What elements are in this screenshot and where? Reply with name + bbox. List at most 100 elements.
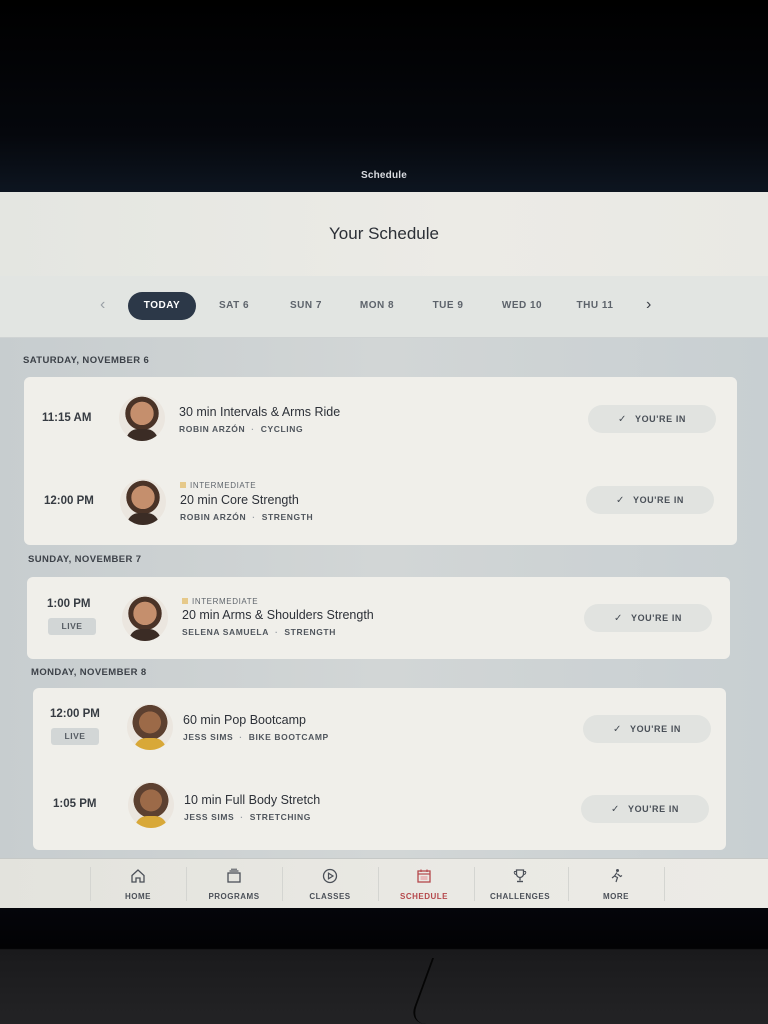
schedule-card: 12:00 PM LIVE 60 min Pop Bootcamp JESS S… bbox=[33, 688, 726, 850]
youre-in-button[interactable]: ✓ YOU'RE IN bbox=[584, 604, 712, 632]
bottom-tab-bar: HOME PROGRAMS CLASSES SCHEDULE CHALLENGE… bbox=[0, 858, 768, 908]
instructor-avatar bbox=[128, 782, 174, 828]
tab-label: CLASSES bbox=[309, 892, 351, 901]
class-row[interactable]: 1:05 PM 10 min Full Body Stretch JESS SI… bbox=[33, 768, 726, 850]
tab-classes[interactable]: CLASSES bbox=[282, 859, 378, 908]
play-circle-icon bbox=[322, 868, 338, 884]
check-icon: ✓ bbox=[615, 495, 625, 506]
class-time: 1:05 PM bbox=[53, 798, 97, 810]
live-badge: LIVE bbox=[48, 618, 96, 635]
class-title: 10 min Full Body Stretch bbox=[184, 793, 321, 807]
day-tab-mon-8[interactable]: MON 8 bbox=[354, 292, 400, 320]
tab-challenges[interactable]: CHALLENGES bbox=[472, 859, 568, 908]
class-meta: JESS SIMS · BIKE BOOTCAMP bbox=[183, 732, 329, 742]
youre-in-button[interactable]: ✓ YOU'RE IN bbox=[581, 795, 709, 823]
class-category: CYCLING bbox=[260, 424, 304, 434]
class-time: 12:00 PM bbox=[44, 495, 94, 507]
level-dot-icon bbox=[182, 598, 188, 604]
day-tab-today[interactable]: TODAY bbox=[128, 292, 196, 320]
day-tab-wed-10[interactable]: WED 10 bbox=[498, 292, 546, 320]
chevron-left-icon[interactable]: ‹ bbox=[100, 296, 105, 314]
tab-label: MORE bbox=[603, 892, 629, 901]
tab-programs[interactable]: PROGRAMS bbox=[186, 859, 282, 908]
tab-more[interactable]: MORE bbox=[568, 859, 664, 908]
schedule-card: 11:15 AM 30 min Intervals & Arms Ride RO… bbox=[24, 377, 737, 545]
instructor-avatar bbox=[127, 704, 173, 750]
schedule-list: SATURDAY, NOVEMBER 6 11:15 AM 30 min Int… bbox=[0, 338, 768, 858]
status-label: YOU'RE IN bbox=[627, 804, 680, 814]
class-category: STRENGTH bbox=[284, 627, 336, 637]
day-selector: ‹ TODAY SAT 6 SUN 7 MON 8 TUE 9 WED 10 T… bbox=[0, 276, 768, 338]
home-icon bbox=[131, 869, 145, 883]
class-row[interactable]: 12:00 PM LIVE 60 min Pop Bootcamp JESS S… bbox=[33, 688, 726, 768]
live-badge: LIVE bbox=[51, 728, 99, 745]
chevron-right-icon[interactable]: › bbox=[646, 296, 651, 314]
status-label: YOU'RE IN bbox=[630, 613, 683, 623]
class-category: STRENGTH bbox=[261, 512, 314, 522]
schedule-card: 1:00 PM LIVE INTERMEDIATE 20 min Arms & … bbox=[27, 577, 730, 659]
class-meta: ROBIN ARZÓN · CYCLING bbox=[179, 424, 304, 434]
tab-divider bbox=[664, 867, 665, 901]
section-date-label: MONDAY, NOVEMBER 8 bbox=[31, 667, 147, 678]
status-bar-title: Schedule bbox=[360, 170, 408, 181]
class-title: 60 min Pop Bootcamp bbox=[183, 713, 306, 727]
status-label: YOU'RE IN bbox=[629, 724, 682, 734]
class-title: 30 min Intervals & Arms Ride bbox=[179, 405, 341, 419]
check-icon: ✓ bbox=[613, 613, 623, 624]
level-text: INTERMEDIATE bbox=[192, 597, 259, 606]
day-tab-sun-7[interactable]: SUN 7 bbox=[284, 292, 328, 320]
device-bezel-bottom bbox=[0, 908, 768, 1024]
class-time: 1:00 PM bbox=[47, 598, 91, 610]
tab-schedule[interactable]: SCHEDULE bbox=[376, 859, 472, 908]
instructor-name: ROBIN ARZÓN bbox=[179, 424, 246, 434]
day-tab-thu-11[interactable]: THU 11 bbox=[572, 292, 618, 320]
person-activity-icon bbox=[611, 869, 623, 883]
instructor-name: JESS SIMS bbox=[183, 732, 234, 742]
youre-in-button[interactable]: ✓ YOU'RE IN bbox=[583, 715, 711, 743]
class-row[interactable]: 11:15 AM 30 min Intervals & Arms Ride RO… bbox=[24, 377, 737, 459]
instructor-name: SELENA SAMUELA bbox=[182, 627, 269, 637]
page-title: Your Schedule bbox=[329, 224, 439, 243]
tab-label: CHALLENGES bbox=[489, 892, 551, 901]
instructor-avatar bbox=[119, 395, 165, 441]
calendar-icon bbox=[417, 869, 431, 883]
class-category: STRETCHING bbox=[249, 812, 311, 822]
class-meta: JESS SIMS · STRETCHING bbox=[184, 812, 311, 822]
level-text: INTERMEDIATE bbox=[190, 481, 257, 490]
tab-label: PROGRAMS bbox=[208, 892, 260, 901]
youre-in-button[interactable]: ✓ YOU'RE IN bbox=[588, 405, 716, 433]
check-icon: ✓ bbox=[612, 724, 622, 735]
programs-icon bbox=[227, 868, 241, 883]
app-screen: Your Schedule ‹ TODAY SAT 6 SUN 7 MON 8 … bbox=[0, 192, 768, 908]
tab-label: SCHEDULE bbox=[399, 892, 448, 901]
check-icon: ✓ bbox=[617, 414, 627, 425]
class-title: 20 min Arms & Shoulders Strength bbox=[182, 608, 374, 622]
class-row[interactable]: 1:00 PM LIVE INTERMEDIATE 20 min Arms & … bbox=[27, 577, 730, 659]
day-tab-sat-6[interactable]: SAT 6 bbox=[212, 292, 256, 320]
status-label: YOU'RE IN bbox=[634, 414, 687, 424]
instructor-avatar bbox=[120, 479, 166, 525]
section-date-label: SATURDAY, NOVEMBER 6 bbox=[23, 355, 150, 366]
section-date-label: SUNDAY, NOVEMBER 7 bbox=[28, 554, 142, 565]
page-header: Your Schedule bbox=[0, 192, 768, 276]
youre-in-button[interactable]: ✓ YOU'RE IN bbox=[586, 486, 714, 514]
instructor-name: JESS SIMS bbox=[184, 812, 235, 822]
level-label: INTERMEDIATE bbox=[182, 597, 258, 606]
tab-label: HOME bbox=[125, 892, 151, 901]
level-dot-icon bbox=[180, 482, 186, 488]
class-time: 11:15 AM bbox=[42, 412, 92, 424]
class-meta: ROBIN ARZÓN · STRENGTH bbox=[180, 512, 314, 522]
instructor-name: ROBIN ARZÓN bbox=[180, 512, 247, 522]
class-time: 12:00 PM bbox=[50, 708, 100, 720]
day-tab-tue-9[interactable]: TUE 9 bbox=[428, 292, 468, 320]
device-bezel-top bbox=[0, 0, 768, 192]
status-label: YOU'RE IN bbox=[632, 495, 685, 505]
instructor-avatar bbox=[122, 595, 168, 641]
trophy-icon bbox=[513, 869, 527, 883]
level-label: INTERMEDIATE bbox=[180, 481, 256, 490]
class-title: 20 min Core Strength bbox=[180, 493, 299, 507]
tab-home[interactable]: HOME bbox=[90, 859, 186, 908]
check-icon: ✓ bbox=[610, 804, 620, 815]
class-row[interactable]: 12:00 PM INTERMEDIATE 20 min Core Streng… bbox=[24, 459, 737, 545]
class-meta: SELENA SAMUELA · STRENGTH bbox=[182, 627, 336, 637]
